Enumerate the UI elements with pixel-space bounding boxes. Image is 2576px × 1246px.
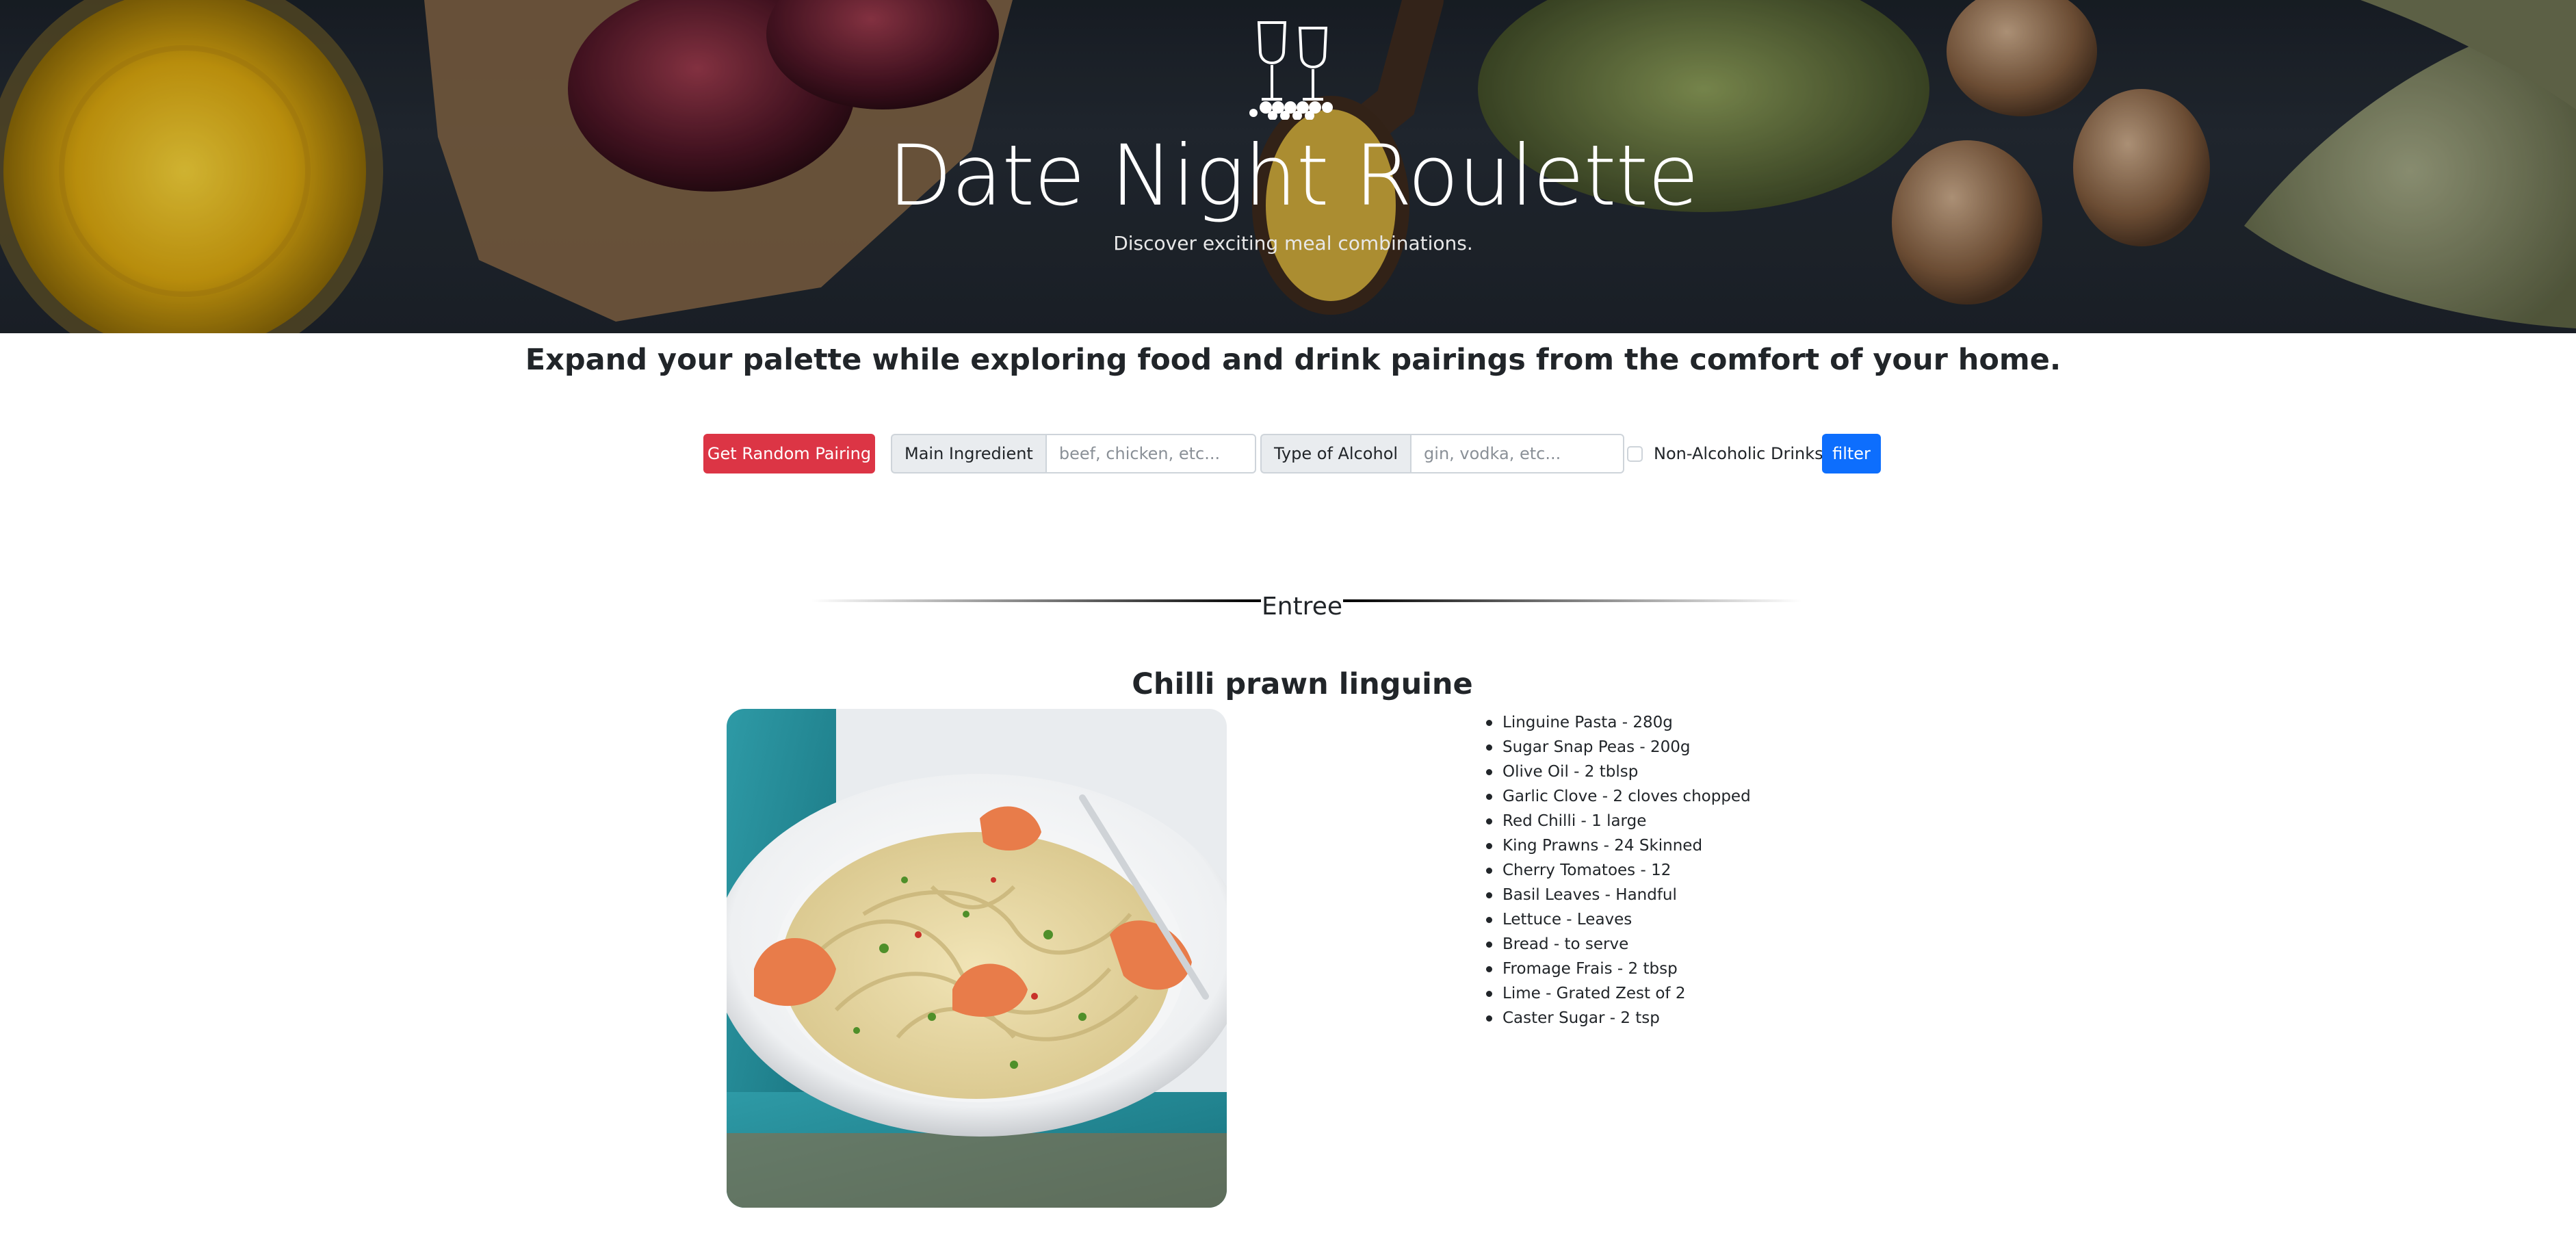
dish-title: Chilli prawn linguine (1132, 667, 1473, 701)
dish-photo (727, 709, 1227, 1208)
random-pairing-button[interactable]: Get Random Pairing (703, 434, 875, 473)
alcohol-type-group: Type of Alcohol (1260, 434, 1625, 473)
non-alcoholic-toggle[interactable]: Non-Alcoholic Drinks (1627, 434, 1823, 473)
ingredient-item: Fromage Frais - 2 tbsp (1485, 957, 1751, 981)
ingredient-item: Olive Oil - 2 tblsp (1485, 760, 1751, 784)
app-subtitle: Discover exciting meal combinations. (1113, 232, 1473, 255)
divider-right (1343, 599, 1801, 602)
ingredient-item: Lime - Grated Zest of 2 (1485, 981, 1751, 1006)
main-ingredient-label: Main Ingredient (891, 434, 1045, 473)
ingredient-item: Red Chilli - 1 large (1485, 809, 1751, 833)
ingredient-item: Basil Leaves - Handful (1485, 883, 1751, 907)
ingredients-list: Linguine Pasta - 280g Sugar Snap Peas - … (1485, 710, 1751, 1030)
ingredient-item: Garlic Clove - 2 cloves chopped (1485, 784, 1751, 809)
alcohol-type-input[interactable] (1410, 434, 1625, 473)
ingredient-item: Bread - to serve (1485, 932, 1751, 957)
main-ingredient-group: Main Ingredient (891, 434, 1256, 473)
ingredient-item: Cherry Tomatoes - 12 (1485, 858, 1751, 883)
hero-banner: Date Night Roulette Discover exciting me… (0, 0, 2576, 333)
ingredient-item: Lettuce - Leaves (1485, 907, 1751, 932)
filter-button[interactable]: filter (1822, 434, 1881, 473)
ingredient-item: Sugar Snap Peas - 200g (1485, 735, 1751, 760)
pasta-dish-image (727, 709, 1227, 1208)
divider-left (811, 599, 1261, 602)
wine-glasses-grapes-icon (1249, 21, 1333, 120)
non-alcoholic-label: Non-Alcoholic Drinks (1654, 444, 1823, 463)
ingredient-item: Caster Sugar - 2 tsp (1485, 1006, 1751, 1030)
main-ingredient-input[interactable] (1045, 434, 1256, 473)
section-title: Entree (1262, 593, 1342, 621)
ingredient-item: King Prawns - 24 Skinned (1485, 833, 1751, 858)
non-alcoholic-checkbox[interactable] (1627, 445, 1643, 462)
app-title: Date Night Roulette (887, 127, 1700, 224)
alcohol-type-label: Type of Alcohol (1260, 434, 1411, 473)
page-tagline: Expand your palette while exploring food… (525, 343, 2061, 377)
ingredient-item: Linguine Pasta - 280g (1485, 710, 1751, 735)
